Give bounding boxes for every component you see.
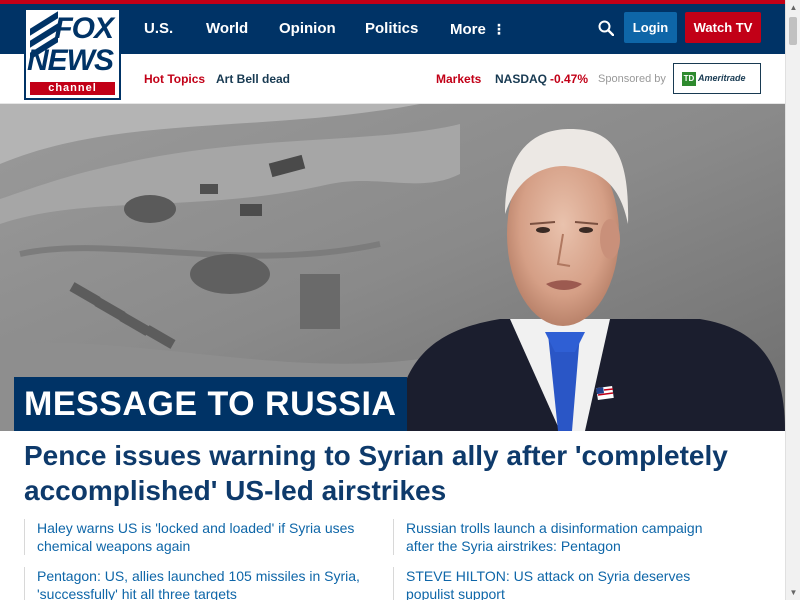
logo-text-news: NEWS <box>27 44 114 77</box>
page-scrollbar[interactable]: ▲ ▼ <box>785 0 800 600</box>
scrollbar-thumb[interactable] <box>789 17 797 45</box>
related-story-4[interactable]: STEVE HILTON: US attack on Syria deserve… <box>393 567 733 600</box>
logo-text-fox: FOX <box>54 12 114 45</box>
scroll-down-arrow-icon[interactable]: ▼ <box>786 585 800 600</box>
market-index-name[interactable]: NASDAQ <box>495 54 547 104</box>
td-badge: TD <box>682 72 696 86</box>
search-icon[interactable] <box>598 20 614 36</box>
market-index-change: -0.47% <box>550 72 589 86</box>
markets-link[interactable]: Markets <box>436 54 481 104</box>
nav-link-opinion[interactable]: Opinion <box>279 4 336 54</box>
nav-more-label: More <box>450 21 486 38</box>
login-button[interactable]: Login <box>624 12 677 43</box>
nav-link-us[interactable]: U.S. <box>144 4 173 54</box>
nav-link-world[interactable]: World <box>206 4 248 54</box>
vertical-dots-icon: ⋮ <box>491 21 506 37</box>
hot-topic-link[interactable]: Art Bell dead <box>216 54 290 104</box>
related-story-1[interactable]: Haley warns US is 'locked and loaded' if… <box>24 519 364 555</box>
flag-pin-icon <box>596 385 614 401</box>
scroll-up-arrow-icon[interactable]: ▲ <box>786 0 800 15</box>
nav-link-politics[interactable]: Politics <box>365 4 418 54</box>
fox-news-logo[interactable]: FOX NEWS channel <box>24 8 121 100</box>
sponsored-label: Sponsored by <box>598 73 666 85</box>
hot-topics-label[interactable]: Hot Topics <box>144 54 205 104</box>
related-story-2[interactable]: Russian trolls launch a disinformation c… <box>393 519 733 555</box>
nav-link-more[interactable]: More ⋮ <box>450 4 506 54</box>
sponsor-name: Ameritrade <box>698 73 746 83</box>
logo-text-channel: channel <box>30 82 115 95</box>
hero-category-label[interactable]: MESSAGE TO RUSSIA <box>14 377 407 431</box>
watch-tv-button[interactable]: Watch TV <box>685 12 761 43</box>
sponsor-logo[interactable]: TD Ameritrade <box>673 63 761 94</box>
related-story-3[interactable]: Pentagon: US, allies launched 105 missil… <box>24 567 364 600</box>
hero-headline[interactable]: Pence issues warning to Syrian ally afte… <box>24 438 764 508</box>
